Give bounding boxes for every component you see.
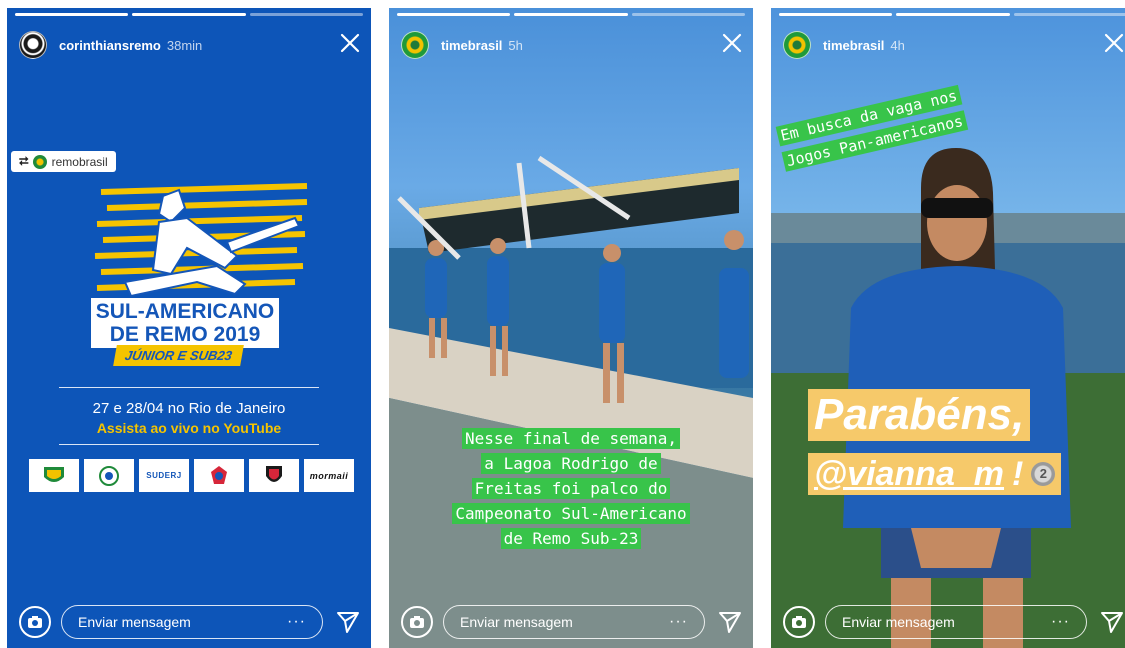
reply-bar: Enviar mensagem ··· (783, 604, 1125, 640)
sponsor-logo (29, 459, 79, 492)
timestamp: 4h (890, 37, 905, 53)
avatar[interactable] (19, 31, 47, 59)
sponsor-logos: SUDERJ mormaii (29, 459, 354, 492)
more-options-icon[interactable]: ··· (669, 613, 688, 631)
silver-medal-icon: 2 (1031, 462, 1056, 486)
poster-title-line2: DE REMO 2019 (109, 323, 261, 346)
timestamp: 5h (508, 37, 523, 53)
close-icon[interactable] (1103, 30, 1125, 56)
sponsor-logo (84, 459, 134, 492)
sponsor-logo: mormaii (304, 459, 354, 492)
camera-icon (28, 616, 42, 628)
story-panel-corinthiansremo[interactable]: corinthiansremo 38min ⮂ remobrasil SUL-A… (7, 8, 371, 648)
poster-subtitle: JÚNIOR E SUB23 (113, 345, 244, 366)
send-icon[interactable] (1099, 609, 1125, 635)
caption-line: de Remo Sub-23 (500, 528, 642, 549)
caption-line: Nesse final de semana, (462, 428, 680, 449)
avatar[interactable] (401, 31, 429, 59)
caption-line: a Lagoa Rodrigo de (481, 453, 661, 474)
send-icon[interactable] (717, 609, 743, 635)
message-placeholder: Enviar mensagem (78, 614, 191, 630)
poster-title: SUL-AMERICANO DE REMO 2019 (91, 298, 279, 348)
username[interactable]: timebrasil (823, 38, 884, 53)
message-placeholder: Enviar mensagem (842, 614, 955, 630)
story-panel-timebrasil-1[interactable]: timebrasil 5h Nesse final de semana, a L… (389, 8, 753, 648)
send-icon[interactable] (335, 609, 361, 635)
message-placeholder: Enviar mensagem (460, 614, 573, 630)
camera-button[interactable] (401, 606, 433, 638)
username[interactable]: corinthiansremo (59, 38, 161, 53)
caption-line: Campeonato Sul-Americano (452, 503, 690, 524)
camera-icon (410, 616, 424, 628)
sponsor-logo: SUDERJ (139, 459, 189, 492)
rowing-team-photo (389, 155, 753, 648)
story-header: corinthiansremo 38min (19, 30, 202, 60)
story-header: timebrasil 4h (783, 30, 905, 60)
event-dates: 27 e 28/04 no Rio de Janeiro (92, 400, 286, 417)
story-caption: Nesse final de semana, a Lagoa Rodrigo d… (389, 426, 753, 551)
caption-line: Freitas foi palco do (471, 478, 671, 499)
message-input[interactable]: Enviar mensagem ··· (61, 605, 323, 639)
story-progress (15, 13, 363, 16)
reply-bar: Enviar mensagem ··· (19, 604, 361, 640)
camera-button[interactable] (783, 606, 815, 638)
camera-button[interactable] (19, 606, 51, 638)
close-icon[interactable] (339, 30, 361, 56)
poster-title-line1: SUL-AMERICANO (95, 300, 275, 323)
story-progress (397, 13, 745, 16)
story-panel-timebrasil-2[interactable]: timebrasil 4h Em busca da vaga nos Jogos… (771, 8, 1125, 648)
regram-username: remobrasil (51, 154, 108, 169)
mention-handle[interactable]: @vianna_m (814, 453, 1004, 495)
avatar[interactable] (783, 31, 811, 59)
message-input[interactable]: Enviar mensagem ··· (443, 605, 705, 639)
camera-icon (792, 616, 806, 628)
sponsor-logo (249, 459, 299, 492)
watch-live-link[interactable]: Assista ao vivo no YouTube (7, 420, 371, 436)
sponsor-logo (194, 459, 244, 492)
regram-avatar (32, 154, 47, 169)
close-icon[interactable] (721, 30, 743, 56)
divider (59, 387, 319, 388)
divider (59, 444, 319, 445)
congrats-text: Parabéns, (808, 389, 1031, 441)
message-input[interactable]: Enviar mensagem ··· (825, 605, 1087, 639)
repost-icon: ⮂ (19, 154, 29, 168)
timestamp: 38min (166, 37, 203, 53)
reply-bar: Enviar mensagem ··· (401, 604, 743, 640)
mention-suffix: ! (1012, 455, 1024, 493)
regram-badge[interactable]: ⮂ remobrasil (11, 151, 116, 172)
username[interactable]: timebrasil (441, 38, 502, 53)
mention-sticker[interactable]: @vianna_m ! 2 (808, 453, 1062, 495)
story-progress (779, 13, 1125, 16)
story-header: timebrasil 5h (401, 30, 523, 60)
more-options-icon[interactable]: ··· (1051, 613, 1070, 631)
more-options-icon[interactable]: ··· (287, 613, 306, 631)
